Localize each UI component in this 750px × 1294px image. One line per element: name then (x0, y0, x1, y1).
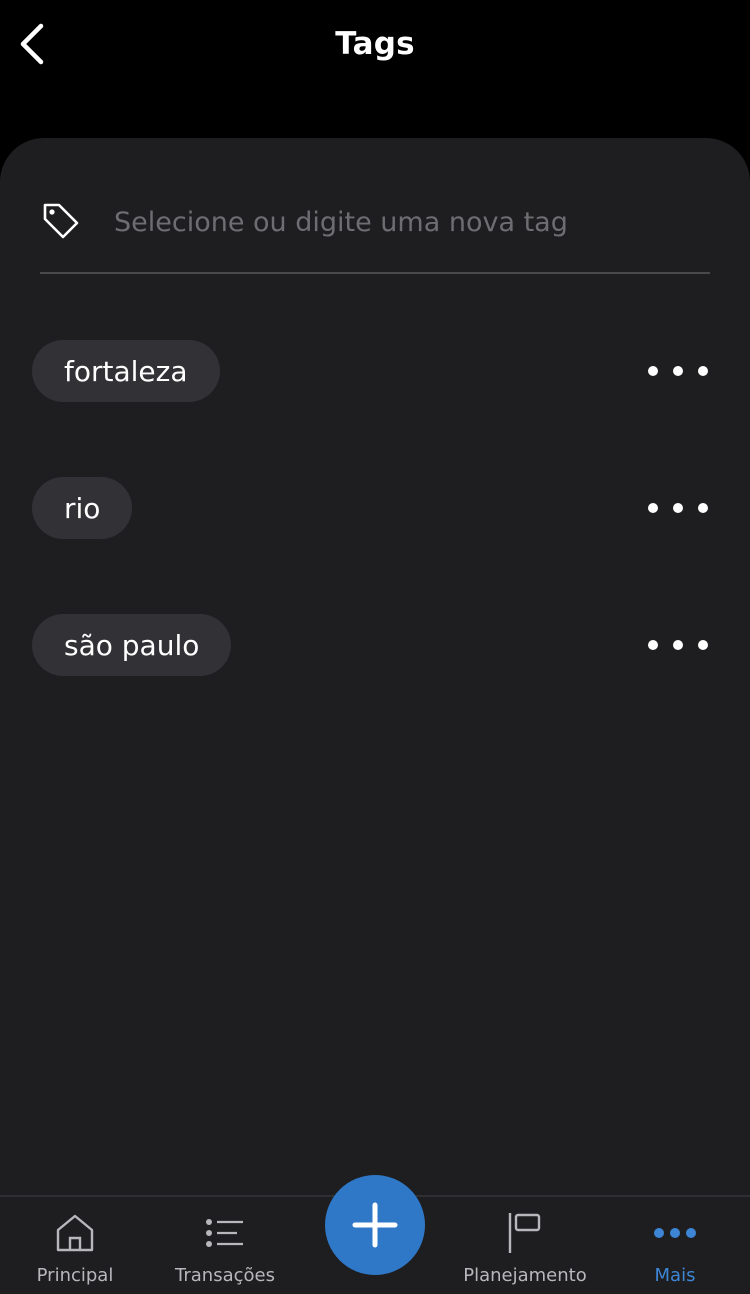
nav-label: Principal (36, 1265, 114, 1286)
tag-icon (43, 203, 79, 239)
nav-item-planejamento[interactable]: Planejamento (450, 1211, 600, 1293)
nav-label: Mais (654, 1265, 696, 1286)
nav-label: Transações (175, 1265, 275, 1286)
more-horizontal-icon[interactable] (648, 488, 708, 528)
tag-row: rio (32, 477, 712, 539)
more-horizontal-icon (654, 1228, 696, 1238)
tags-card: fortaleza rio são paulo (0, 138, 750, 1196)
nav-item-transacoes[interactable]: Transações (150, 1211, 300, 1293)
flag-icon (508, 1213, 541, 1253)
tag-chip[interactable]: fortaleza (32, 340, 220, 402)
nav-label: Planejamento (463, 1265, 587, 1286)
tag-input[interactable] (114, 194, 674, 250)
tag-row: são paulo (32, 614, 712, 676)
header: Tags (0, 0, 750, 138)
tag-chip[interactable]: rio (32, 477, 133, 539)
tag-row: fortaleza (32, 340, 712, 402)
nav-item-principal[interactable]: Principal (0, 1211, 150, 1293)
nav-item-mais[interactable]: Mais (600, 1211, 750, 1293)
page-title: Tags (335, 26, 415, 62)
more-horizontal-icon[interactable] (648, 625, 708, 665)
list-icon (206, 1219, 243, 1247)
home-icon (56, 1214, 94, 1252)
plus-icon (352, 1202, 398, 1248)
tag-chip[interactable]: são paulo (32, 614, 232, 676)
more-horizontal-icon[interactable] (648, 351, 708, 391)
tags-screen: Tags fortaleza rio são paulo (0, 0, 750, 1294)
tag-input-row (40, 188, 710, 274)
add-button[interactable] (325, 1175, 425, 1275)
